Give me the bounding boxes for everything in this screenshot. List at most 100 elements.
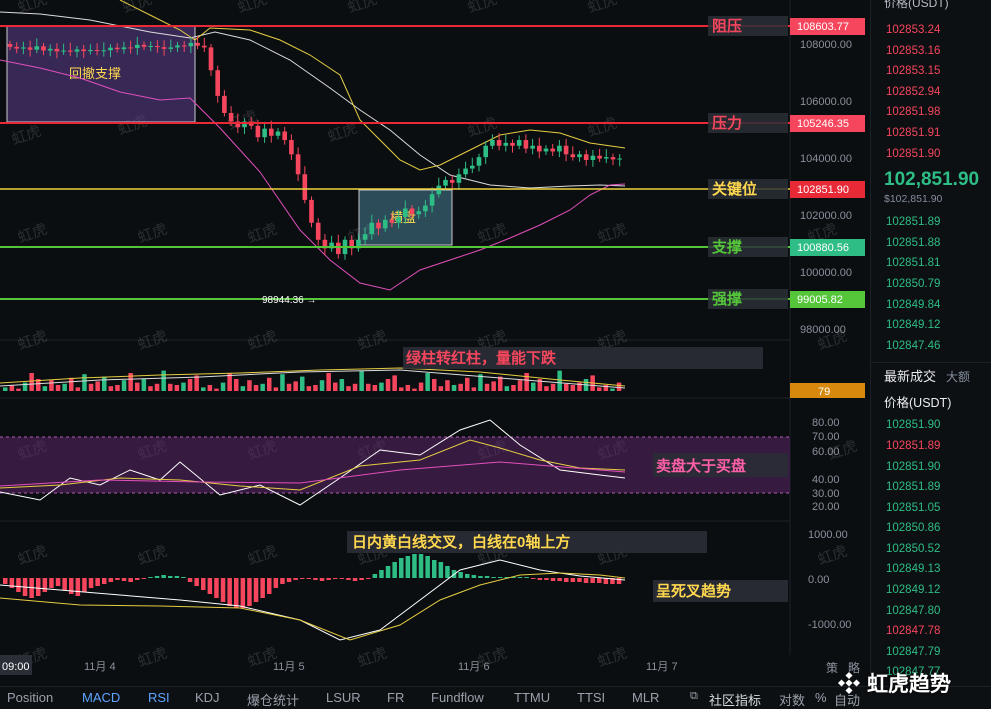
- trade-row[interactable]: 102849.12: [871, 580, 991, 601]
- macd-axis-label: 0.00: [808, 574, 829, 586]
- macd-histogram-bar: [42, 578, 48, 592]
- candle-body: [114, 47, 120, 50]
- trade-row[interactable]: 102849.13: [871, 559, 991, 580]
- trades-tab[interactable]: 最新成交: [884, 369, 936, 384]
- macd-histogram-bar: [484, 576, 490, 578]
- tab-ttmu[interactable]: TTMU: [514, 690, 550, 705]
- volume-bar: [550, 383, 556, 391]
- tab-rsi[interactable]: RSI: [148, 690, 170, 705]
- macd-histogram-bar: [280, 578, 285, 584]
- macd-histogram-bar: [537, 578, 543, 580]
- candle-body: [362, 234, 368, 240]
- macd-histogram-bar: [194, 578, 199, 586]
- trade-row[interactable]: 102850.86: [871, 518, 991, 539]
- tab-fr[interactable]: FR: [387, 690, 404, 705]
- trade-row[interactable]: 102847.79: [871, 642, 991, 663]
- candle-body: [336, 242, 341, 255]
- trade-row[interactable]: 102851.05: [871, 498, 991, 519]
- volume-bar: [29, 373, 34, 391]
- bid-row[interactable]: 102851.89: [871, 212, 991, 233]
- candle-body: [610, 157, 616, 160]
- ask-row[interactable]: 102853.15: [871, 61, 991, 82]
- candle-body: [228, 112, 234, 122]
- tab-community-indicators[interactable]: 社区指标: [709, 690, 761, 709]
- bid-row[interactable]: 102849.12: [871, 315, 991, 336]
- candle-body: [181, 45, 187, 47]
- macd-histogram-bar: [154, 576, 160, 578]
- box-label-retracement: 回撤支撑: [69, 66, 121, 81]
- candle-body: [295, 154, 301, 175]
- ask-row[interactable]: 102851.90: [871, 144, 991, 165]
- candle-body: [369, 222, 375, 235]
- volume-bar: [326, 373, 331, 391]
- volume-bar: [121, 380, 127, 391]
- price-chart[interactable]: 108000.00 106000.00 104000.00 102000.00 1000…: [0, 0, 870, 686]
- macd-histogram-bar: [306, 578, 312, 579]
- external-link-icon[interactable]: ⧉: [690, 690, 698, 703]
- bid-row[interactable]: 102850.79: [871, 274, 991, 295]
- tab-liquidation-stats[interactable]: 爆仓统计: [247, 690, 299, 709]
- volume-bar: [207, 385, 213, 391]
- volume-bar: [201, 387, 206, 391]
- tab-ttsi[interactable]: TTSI: [577, 690, 605, 705]
- macd-histogram-bar: [432, 560, 437, 578]
- trade-row[interactable]: 102851.90: [871, 457, 991, 478]
- macd-histogram-bar: [108, 578, 114, 582]
- tab-lsur[interactable]: LSUR: [326, 690, 361, 705]
- volume-bar: [524, 373, 529, 391]
- volume-bar: [379, 382, 384, 391]
- ask-row[interactable]: 102851.98: [871, 102, 991, 123]
- candle-body: [208, 47, 214, 71]
- log-scale-toggle[interactable]: 对数: [779, 690, 805, 709]
- trade-row[interactable]: 102851.89: [871, 477, 991, 498]
- candle-body: [416, 211, 421, 215]
- trade-row[interactable]: 102851.90: [871, 415, 991, 436]
- macd-histogram-bar: [260, 578, 265, 598]
- watermark-text: 虹虎: [136, 221, 170, 247]
- trades-list: 102851.90 102851.89 102851.90 102851.89 1028…: [871, 415, 991, 686]
- binance-logo-icon: [837, 671, 861, 695]
- ask-row[interactable]: 102851.91: [871, 123, 991, 144]
- ask-row[interactable]: 102853.24: [871, 20, 991, 41]
- macd-histogram-bar: [88, 578, 94, 588]
- tab-kdj[interactable]: KDJ: [195, 690, 220, 705]
- trade-row[interactable]: 102847.80: [871, 601, 991, 622]
- bid-row[interactable]: 102851.88: [871, 233, 991, 254]
- volume-bar: [3, 387, 8, 391]
- bid-row[interactable]: 102849.84: [871, 295, 991, 316]
- candle-body: [510, 142, 515, 146]
- macd-histogram-bar: [234, 578, 239, 608]
- percent-toggle[interactable]: %: [815, 690, 827, 705]
- candle-body: [121, 47, 127, 50]
- volume-bar: [174, 385, 180, 391]
- level-name-text: 强撑: [712, 290, 742, 308]
- ask-row[interactable]: 102853.16: [871, 41, 991, 62]
- trade-row[interactable]: 102847.78: [871, 621, 991, 642]
- trade-row[interactable]: 102850.52: [871, 539, 991, 560]
- bid-row[interactable]: 102847.46: [871, 336, 991, 357]
- trades-section-header[interactable]: 最新成交 大额: [871, 362, 991, 391]
- trade-row[interactable]: 102851.89: [871, 436, 991, 457]
- tab-fundflow[interactable]: Fundflow: [431, 690, 484, 705]
- candle-body: [396, 216, 401, 223]
- watermark-text: 虹虎: [356, 645, 390, 671]
- tab-position[interactable]: Position: [7, 690, 53, 705]
- volume-bar: [280, 374, 285, 391]
- tab-macd[interactable]: MACD: [82, 690, 120, 705]
- candle-body: [403, 208, 408, 217]
- ask-row[interactable]: 102852.94: [871, 82, 991, 103]
- price-axis-label: 102000.00: [800, 210, 852, 222]
- volume-bar: [42, 386, 48, 391]
- candle-body: [41, 46, 46, 51]
- bid-row[interactable]: 102851.81: [871, 253, 991, 274]
- volume-bar: [531, 382, 536, 391]
- macd-histogram-bar: [597, 578, 602, 583]
- macd-histogram-bar: [267, 578, 272, 594]
- macd-histogram-bar: [168, 576, 173, 578]
- macd-histogram-bar: [253, 578, 259, 602]
- tab-mlr[interactable]: MLR: [632, 690, 659, 705]
- low-price-marker: 98944.36 →: [262, 295, 317, 306]
- large-trades-tab[interactable]: 大额: [946, 370, 970, 384]
- macd-histogram-bar: [418, 554, 424, 578]
- volume-bar: [616, 382, 622, 391]
